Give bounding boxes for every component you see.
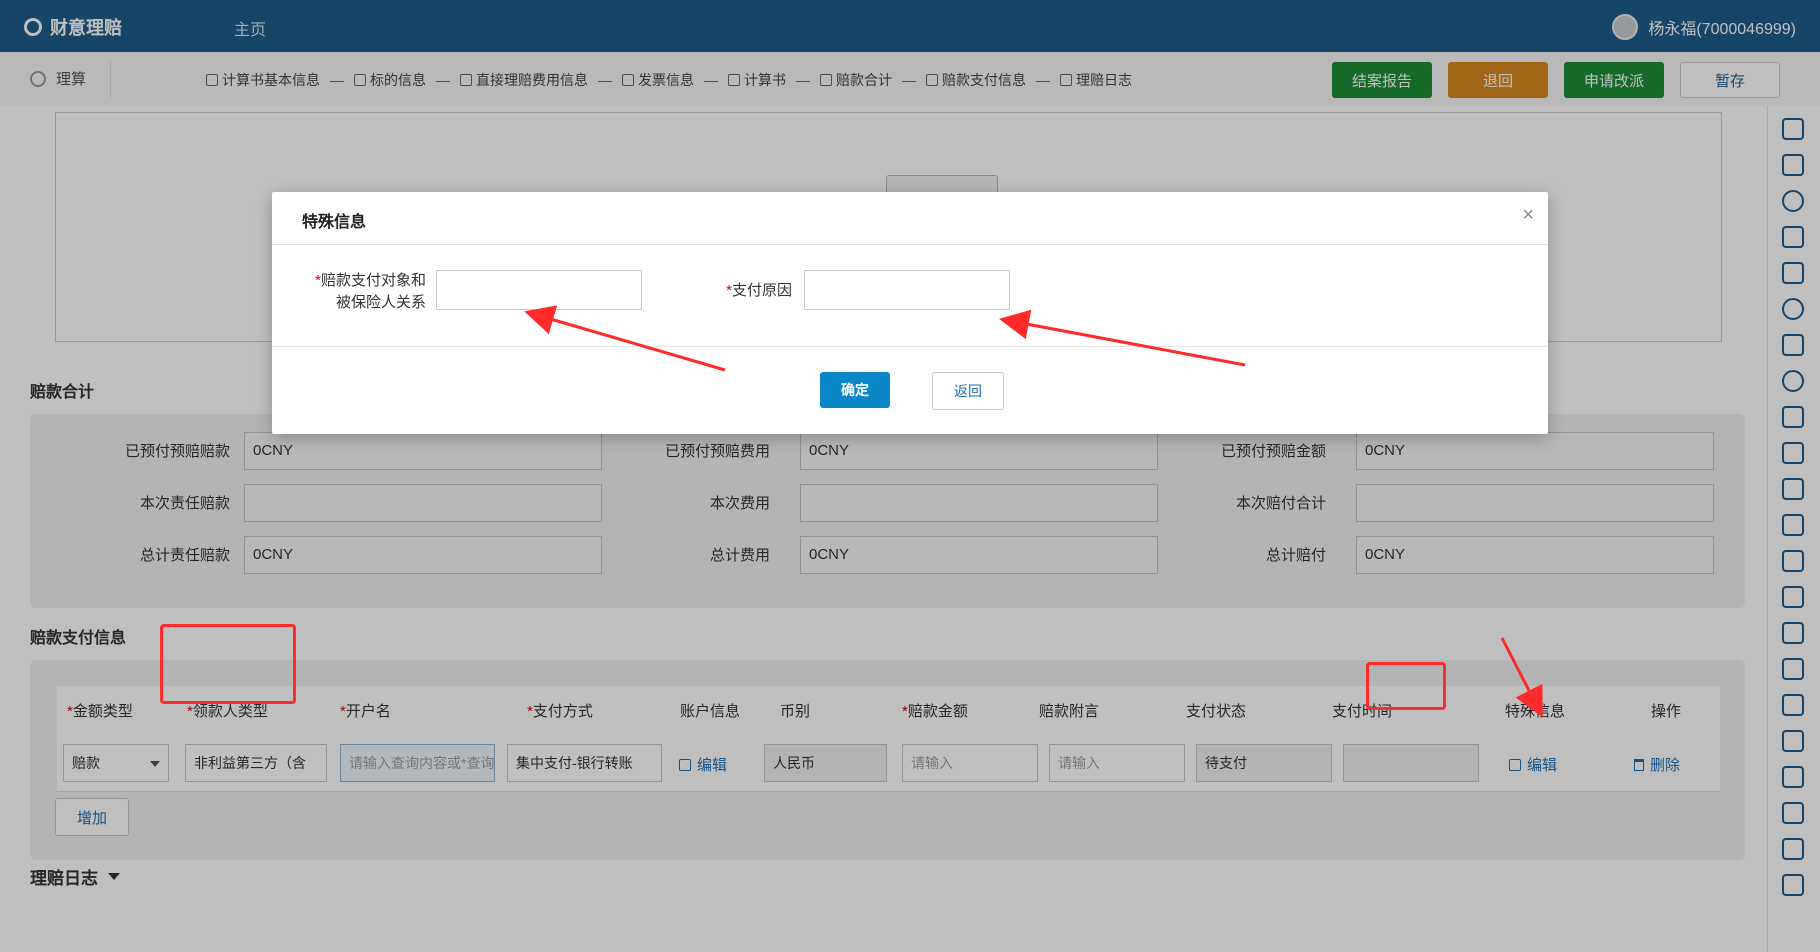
annotation-arrows — [524, 305, 1543, 718]
arrow-down — [1500, 637, 1543, 718]
arrow-left — [524, 305, 726, 372]
arrow-right — [999, 309, 1246, 367]
